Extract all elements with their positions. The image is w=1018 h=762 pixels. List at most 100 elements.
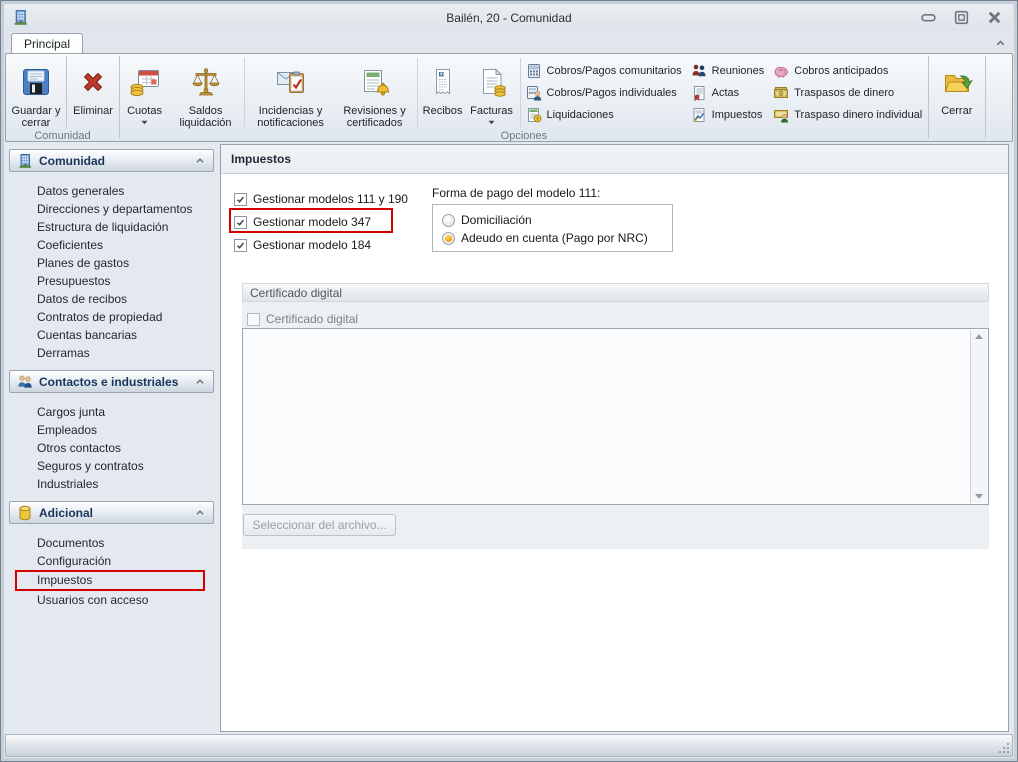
sidebar-item-documentos[interactable]: Documentos [37,534,214,552]
sidebar-item-impuestos[interactable]: Impuestos [15,570,205,591]
sidebar-item-seguros-y-contratos[interactable]: Seguros y contratos [37,457,214,475]
chevron-up-icon[interactable] [194,507,206,519]
radio-adeudo-en-cuenta[interactable]: Adeudo en cuenta (Pago por NRC) [442,229,672,247]
option-label: Actas [711,87,740,99]
options-column-3: Cobros anticipados Traspasos de dinero T… [770,54,928,129]
incidencias-label: Incidencias y notificaciones [257,105,324,129]
scroll-up-icon[interactable] [974,333,984,340]
ribbon-item-cobros-pagos-comunitarios[interactable]: Cobros/Pagos comunitarios [526,60,682,82]
ribbon: Guardar y cerrar Eliminar Comunidad Cuot… [5,53,1013,142]
checkbox-modelo-184[interactable]: Gestionar modelo 184 [234,236,371,254]
quotas-icon [129,59,161,105]
ribbon-item-traspaso-dinero-individual[interactable]: Traspaso dinero individual [773,104,922,126]
checkbox-certificado-digital[interactable]: Certificado digital [247,310,358,328]
ribbon-item-traspasos-de-dinero[interactable]: Traspasos de dinero [773,82,922,104]
radio-label: Domiciliación [461,213,532,227]
sidebar-item-coeficientes[interactable]: Coeficientes [37,236,214,254]
sidebar-item-otros-contactos[interactable]: Otros contactos [37,439,214,457]
radio-label: Adeudo en cuenta (Pago por NRC) [461,231,648,245]
option-label: Cobros/Pagos individuales [546,87,677,99]
sidebar-item-cuentas-bancarias[interactable]: Cuentas bancarias [37,326,214,344]
sidebar-item-empleados[interactable]: Empleados [37,421,214,439]
sidebar-item-cargos-junta[interactable]: Cargos junta [37,403,214,421]
sidebar-item-usuarios-con-acceso[interactable]: Usuarios con acceso [37,591,214,609]
checkbox-checked-icon[interactable] [234,238,247,252]
delete-button[interactable]: Eliminar [67,54,119,129]
certificate-group-header: Certificado digital [242,283,989,302]
options-column-2: Reuniones Actas Impuestos [688,54,771,129]
option-label: Impuestos [711,109,763,121]
sidebar-item-contratos-de-propiedad[interactable]: Contratos de propiedad [37,308,214,326]
collapse-ribbon-icon[interactable] [994,37,1007,50]
scroll-down-icon[interactable] [974,493,984,500]
certificate-textarea[interactable] [242,328,989,505]
checkbox-unchecked-icon[interactable] [247,312,260,326]
saldos-label: Saldos liquidación [179,105,232,129]
ribbon-group-opciones: Cuotas Saldos liquidación Incidencias y … [120,54,929,141]
sidebar-item-presupuestos[interactable]: Presupuestos [37,272,214,290]
option-label: Cobros/Pagos comunitarios [546,65,682,77]
sidebar-item-datos-de-recibos[interactable]: Datos de recibos [37,290,214,308]
people-icon [17,374,33,390]
cuotas-button[interactable]: Cuotas [120,54,170,129]
delete-icon [77,59,109,105]
sidebar-section-contactos[interactable]: Contactos e industriales [9,370,214,393]
people-icon [691,63,707,79]
ribbon-item-reuniones[interactable]: Reuniones [691,60,765,82]
checkbox-checked-icon[interactable] [234,192,247,206]
save-close-button[interactable]: Guardar y cerrar [6,54,66,129]
ribbon-item-liquidaciones[interactable]: Liquidaciones [526,104,682,126]
sidebar: Comunidad Datos generales Direcciones y … [9,149,214,732]
section-title: Contactos e industriales [39,374,179,389]
recibos-button[interactable]: Recibos [420,54,466,129]
ribbon-item-cobros-pagos-individuales[interactable]: Cobros/Pagos individuales [526,82,682,104]
sidebar-section-adicional[interactable]: Adicional [9,501,214,524]
section-title: Comunidad [39,153,105,168]
restore-button[interactable] [953,9,970,26]
option-label: Reuniones [711,65,765,77]
payment-method-label: Forma de pago del modelo 111: [432,186,601,200]
sidebar-section-comunidad[interactable]: Comunidad [9,149,214,172]
ribbon-group-comunidad: Guardar y cerrar Eliminar Comunidad [6,54,119,141]
sidebar-item-planes-de-gastos[interactable]: Planes de gastos [37,254,214,272]
checkbox-modelos-111-190[interactable]: Gestionar modelos 111 y 190 [234,190,408,208]
ribbon-item-impuestos[interactable]: Impuestos [691,104,765,126]
chevron-up-icon[interactable] [194,155,206,167]
sidebar-item-configuracion[interactable]: Configuración [37,552,214,570]
group-label-opciones: Opciones [500,130,548,142]
close-button[interactable] [986,9,1003,26]
sidebar-item-direcciones-y-departamentos[interactable]: Direcciones y departamentos [37,200,214,218]
annotation-box-modelo-347 [229,208,393,233]
titlebar: Bailén, 20 - Comunidad [5,4,1013,31]
minimize-button[interactable] [920,9,937,26]
saldos-liquidacion-button[interactable]: Saldos liquidación [170,54,242,129]
piggy-bank-icon [773,63,789,79]
ribbon-item-actas[interactable]: Actas [691,82,765,104]
radio-selected-icon[interactable] [442,231,455,245]
tab-principal[interactable]: Principal [11,33,84,55]
ribbon-tab-row: Principal [5,31,1013,55]
ribbon-item-cobros-anticipados[interactable]: Cobros anticipados [773,60,922,82]
resize-grip[interactable] [997,741,1011,755]
building-icon [17,153,33,169]
chevron-up-icon[interactable] [194,376,206,388]
sidebar-list-comunidad: Datos generales Direcciones y departamen… [9,172,214,370]
document-seal-icon [691,85,707,101]
checkbox-label: Gestionar modelos 111 y 190 [253,192,408,206]
sidebar-item-datos-generales[interactable]: Datos generales [37,182,214,200]
sidebar-item-derramas[interactable]: Derramas [37,344,214,362]
radio-domiciliacion[interactable]: Domiciliación [442,211,672,229]
vertical-scrollbar[interactable] [970,330,987,503]
options-column-1: Cobros/Pagos comunitarios Cobros/Pagos i… [523,54,688,129]
revisiones-button[interactable]: Revisiones y certificados [335,54,415,129]
save-icon [20,59,52,105]
cerrar-button[interactable]: Cerrar [929,54,985,126]
sidebar-item-estructura-de-liquidacion[interactable]: Estructura de liquidación [37,218,214,236]
facturas-button[interactable]: Facturas [466,54,518,129]
payment-method-groupbox: Domiciliación Adeudo en cuenta (Pago por… [432,204,673,252]
cuotas-label: Cuotas [127,105,162,117]
sidebar-item-industriales[interactable]: Industriales [37,475,214,493]
radio-unselected-icon[interactable] [442,213,455,227]
select-file-button[interactable]: Seleccionar del archivo... [243,514,396,536]
incidencias-button[interactable]: Incidencias y notificaciones [247,54,335,129]
